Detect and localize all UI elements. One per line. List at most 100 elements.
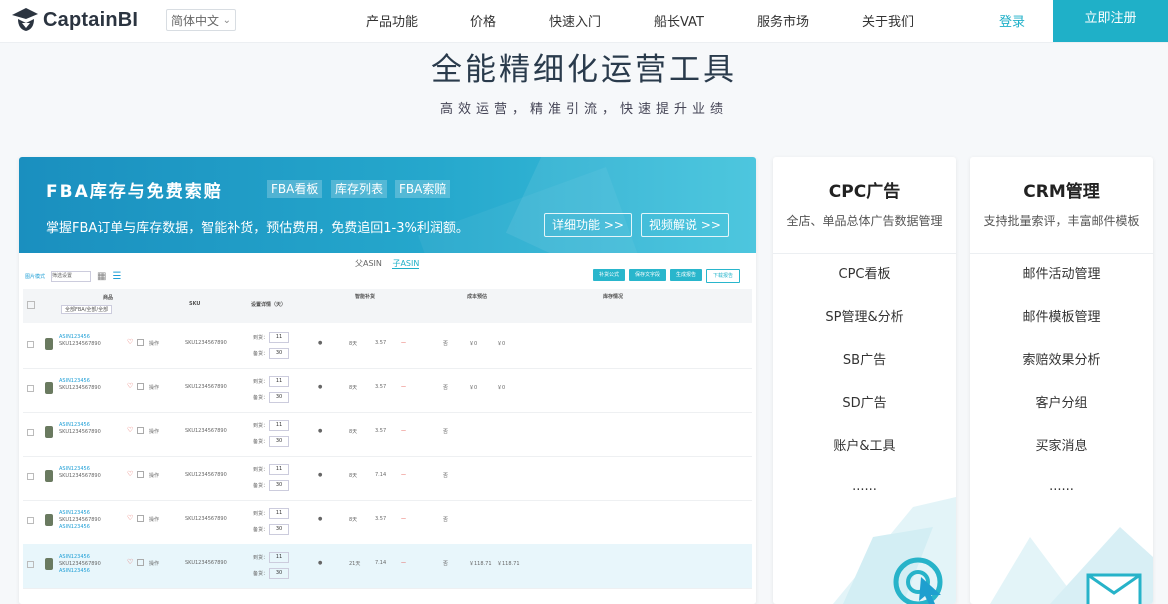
login-link[interactable]: 登录 [999,11,1025,30]
nav-item-about[interactable]: 关于我们 [862,11,914,30]
arrive-input[interactable]: 11 [269,420,289,431]
edit-icon[interactable] [137,427,144,434]
crm-item-buyer-message[interactable]: 买家消息 [970,435,1153,454]
edit-icon[interactable] [137,559,144,566]
formula-button[interactable]: 补货公式 [592,269,625,281]
cost-value-1: ￥0 [469,341,478,347]
generate-report-button[interactable]: 生成报告 [669,269,702,281]
register-button[interactable]: 立即注册 [1053,0,1168,42]
cpc-item-sp[interactable]: SP管理&分析 [773,306,956,325]
list-view-icon[interactable]: ☰ [112,271,121,282]
op-label[interactable]: 操作 [149,340,159,347]
arrive-input[interactable]: 11 [269,508,289,519]
arrive-input[interactable]: 11 [269,376,289,387]
row-checkbox[interactable] [27,385,34,392]
tag-fba-board[interactable]: FBA看板 [267,180,323,198]
days-value: 21天 [349,561,361,567]
crm-item-customer-group[interactable]: 客户分组 [970,392,1153,411]
tag-fba-claim[interactable]: FBA索赔 [395,180,451,198]
stock-input[interactable]: 30 [269,524,289,535]
flag-value: 否 [443,429,449,435]
heart-icon[interactable]: ♡ [127,558,133,566]
stock-input[interactable]: 30 [269,348,289,359]
asin-link[interactable]: ASIN123456 [59,378,90,384]
op-label[interactable]: 操作 [149,384,159,391]
product-thumbnail [45,426,53,438]
arrive-label: 到货： [253,379,269,385]
nav-item-quickstart[interactable]: 快速入门 [549,11,601,30]
tag-inventory-list[interactable]: 库存列表 [331,180,388,198]
table-row[interactable]: ASIN123456 SKU1234567890 ♡ 操作 SKU1234567890 到… [23,368,752,413]
select-all-checkbox[interactable] [27,301,35,309]
nav-item-market[interactable]: 服务市场 [757,11,809,30]
edit-icon[interactable] [137,515,144,522]
crm-item-mail-template[interactable]: 邮件模板管理 [970,306,1153,325]
grid-view-icon[interactable]: ▦ [97,271,106,282]
product-filter[interactable]: 全部FBA/全部/全部 [61,305,113,314]
row-checkbox[interactable] [27,517,34,524]
edit-icon[interactable] [137,471,144,478]
cpc-item-account[interactable]: 账户&工具 [773,435,956,454]
row-checkbox[interactable] [27,473,34,480]
product-thumbnail [45,338,53,350]
table-row[interactable]: ASIN123456 SKU1234567890 ♡ 操作 SKU1234567890 到… [23,412,752,457]
table-row[interactable]: ASIN123456 SKU1234567890 ♡ 操作 SKU1234567890 到… [23,456,752,501]
video-button[interactable]: 视频解说 >> [641,213,729,237]
row-checkbox[interactable] [27,341,34,348]
asin-link[interactable]: ASIN123456 [59,466,90,472]
fba-title: FBA库存与免费索赔 [46,182,223,202]
filter-select[interactable]: 筛选设置 [51,271,92,282]
asin-link[interactable]: ASIN123456 [59,334,90,340]
row-checkbox[interactable] [27,561,34,568]
op-label[interactable]: 操作 [149,560,159,567]
info-icon: ● [318,428,323,434]
edit-icon[interactable] [137,339,144,346]
table-row[interactable]: ASIN123456 SKU1234567890 ♡ 操作 SKU1234567890 到… [23,324,752,369]
nav-item-vat[interactable]: 船长VAT [654,11,704,30]
arrive-input[interactable]: 11 [269,332,289,343]
nav-item-product[interactable]: 产品功能 [366,11,418,30]
table-row[interactable]: ASIN123456 SKU1234567890 ASIN123456 ♡ 操作 SKU1… [23,544,752,589]
heart-icon[interactable]: ♡ [127,514,133,522]
tab-parent-asin[interactable]: 父ASIN [355,259,382,268]
asin-link[interactable]: ASIN123456 [59,422,90,428]
heart-icon[interactable]: ♡ [127,338,133,346]
stock-input[interactable]: 30 [269,568,289,579]
status-value: — [401,340,406,346]
info-icon: ● [318,340,323,346]
op-label[interactable]: 操作 [149,428,159,435]
arrive-input[interactable]: 11 [269,552,289,563]
crm-item-mail-campaign[interactable]: 邮件活动管理 [970,263,1153,282]
stock-input[interactable]: 30 [269,392,289,403]
logo[interactable]: CaptainBI [10,4,138,36]
mode-label[interactable]: 图片模式 [25,273,45,280]
stock-input[interactable]: 30 [269,480,289,491]
page-subtitle: 高效运营，精准引流，快速提升业绩 [439,102,728,117]
cpc-item-sb[interactable]: SB广告 [773,349,956,368]
table-row[interactable]: ASIN123456 SKU1234567890 ASIN123456 ♡ 操作 SKU1… [23,500,752,545]
stock-input[interactable]: 30 [269,436,289,447]
cpc-item-board[interactable]: CPC看板 [773,263,956,282]
download-report-button[interactable]: 下载报告 [705,269,740,283]
heart-icon[interactable]: ♡ [127,426,133,434]
row-checkbox[interactable] [27,429,34,436]
save-fields-button[interactable]: 保存文字段 [628,269,666,281]
detail-button[interactable]: 详细功能 >> [544,213,632,237]
col-sku: SKU [189,301,201,307]
language-select[interactable]: 简体中文 ⌄ [166,9,236,31]
language-value: 简体中文 [171,14,220,28]
edit-icon[interactable] [137,383,144,390]
cpc-item-sd[interactable]: SD广告 [773,392,956,411]
fba-card: FBA库存与免费索赔 FBA看板 库存列表 FBA索赔 掌握FBA订单与库存数据… [19,157,756,604]
op-label[interactable]: 操作 [149,516,159,523]
asin-link[interactable]: ASIN123456 [59,510,90,516]
arrive-input[interactable]: 11 [269,464,289,475]
op-label[interactable]: 操作 [149,472,159,479]
cost-value-1: ￥118.71 [469,561,492,567]
heart-icon[interactable]: ♡ [127,470,133,478]
tab-child-asin[interactable]: 子ASIN [392,259,420,269]
nav-item-price[interactable]: 价格 [470,11,496,30]
heart-icon[interactable]: ♡ [127,382,133,390]
crm-item-claim-analysis[interactable]: 索赔效果分析 [970,349,1153,368]
asin-link[interactable]: ASIN123456 [59,554,90,560]
